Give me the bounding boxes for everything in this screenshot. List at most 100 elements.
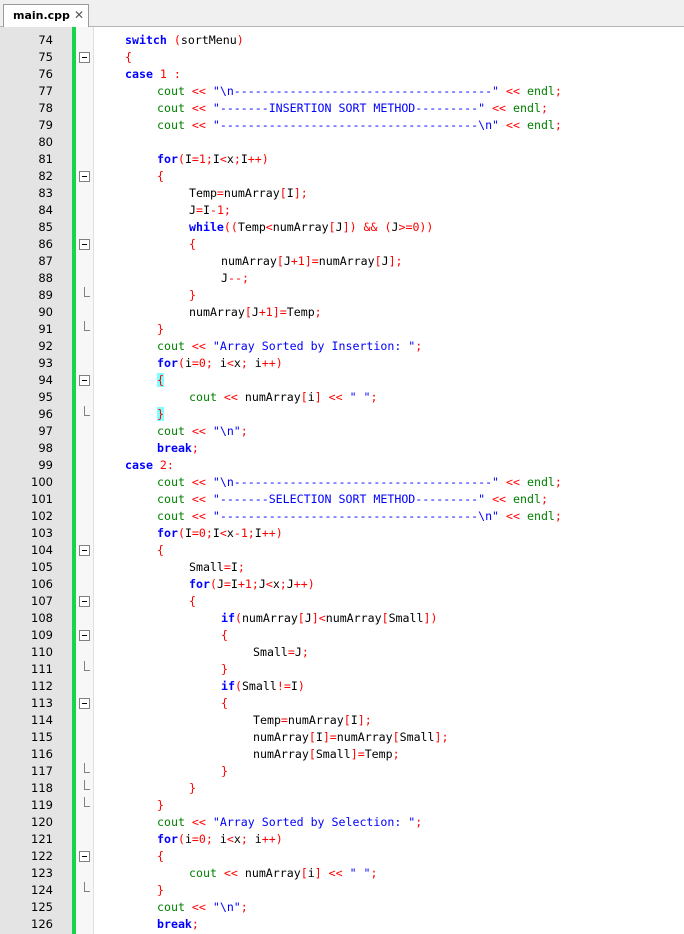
code-line[interactable]: 85 while((Temp<numArray[J]) && (J>=0))	[0, 219, 684, 236]
code-line[interactable]: 116 numArray[Small]=Temp;	[0, 746, 684, 763]
code-token: i	[254, 832, 262, 846]
code-line[interactable]: 100 cout << "\n--------------------------…	[0, 474, 684, 491]
code-line[interactable]: 77 cout << "\n---------------------------…	[0, 83, 684, 100]
code-text: }	[157, 882, 164, 899]
code-line[interactable]: 80	[0, 134, 684, 151]
line-number: 90	[38, 305, 53, 319]
fold-toggle-icon[interactable]	[79, 630, 90, 641]
code-line[interactable]: 104 {	[0, 542, 684, 559]
code-line[interactable]: 106 for(J=I+1;J<x;J++)	[0, 576, 684, 593]
code-line[interactable]: 117}	[0, 763, 684, 780]
code-line[interactable]: 78 cout << "-------INSERTION SORT METHOD-…	[0, 100, 684, 117]
code-line[interactable]: 108 if(numArray[J]<numArray[Small])	[0, 610, 684, 627]
code-token: =	[191, 832, 199, 846]
code-line[interactable]: 75 {	[0, 49, 684, 66]
code-line[interactable]: 88 J--;	[0, 270, 684, 287]
code-token: sortMenu	[180, 33, 237, 47]
code-line[interactable]: 115 numArray[I]=numArray[Small];	[0, 729, 684, 746]
line-number: 126	[31, 917, 53, 931]
code-token: J	[304, 611, 312, 625]
code-line[interactable]: 107 {	[0, 593, 684, 610]
code-line[interactable]: 82 {	[0, 168, 684, 185]
fold-toggle-icon[interactable]	[79, 851, 90, 862]
code-token: ;	[240, 832, 248, 846]
code-token: i	[219, 356, 227, 370]
code-line[interactable]: 74 switch (sortMenu)	[0, 32, 684, 49]
code-token: ;	[205, 832, 213, 846]
code-token: I	[202, 203, 210, 217]
code-line[interactable]: 101 cout << "-------SELECTION SORT METHOD…	[0, 491, 684, 508]
fold-toggle-icon[interactable]	[79, 545, 90, 556]
code-line[interactable]: 90 numArray[J+1]=Temp;	[0, 304, 684, 321]
code-token: <<	[492, 101, 507, 115]
code-text: for(J=I+1;J<x;J++)	[189, 576, 315, 593]
code-line[interactable]: 126 break;	[0, 916, 684, 933]
code-line[interactable]: 94 {	[0, 372, 684, 389]
close-icon[interactable]: ✕	[74, 8, 84, 22]
code-line[interactable]: 76 case 1 :	[0, 66, 684, 83]
code-line[interactable]: 121 for(i=0; i<x; i++)	[0, 831, 684, 848]
code-text: }	[157, 406, 164, 423]
code-line[interactable]: 93 for(i=0; i<x; i++)	[0, 355, 684, 372]
code-token: !=	[276, 679, 291, 693]
code-line[interactable]: 102 cout << "----------------------------…	[0, 508, 684, 525]
code-line[interactable]: 111}	[0, 661, 684, 678]
code-token: :	[166, 458, 174, 472]
code-line[interactable]: 123 cout << numArray[i] << " ";	[0, 865, 684, 882]
code-line[interactable]: 86 {	[0, 236, 684, 253]
code-line[interactable]: 83 Temp=numArray[I];	[0, 185, 684, 202]
code-line[interactable]: 99 case 2:	[0, 457, 684, 474]
code-token: numArray	[287, 713, 344, 727]
code-token: [	[392, 730, 400, 744]
code-line[interactable]: 118}	[0, 780, 684, 797]
code-token: I	[212, 152, 220, 166]
code-line[interactable]: 89}	[0, 287, 684, 304]
code-line[interactable]: 84 J=I-1;	[0, 202, 684, 219]
code-line[interactable]: 114 Temp=numArray[I];	[0, 712, 684, 729]
code-token: I	[315, 730, 323, 744]
code-token: (	[177, 356, 185, 370]
code-line[interactable]: 91}	[0, 321, 684, 338]
fold-toggle-icon[interactable]	[79, 52, 90, 63]
code-token: I	[240, 152, 248, 166]
tab-main-cpp[interactable]: main.cpp ✕	[3, 4, 89, 27]
code-token: 1	[159, 67, 167, 81]
code-line[interactable]: 110 Small=J;	[0, 644, 684, 661]
code-line[interactable]: 124}	[0, 882, 684, 899]
line-number: 74	[38, 33, 53, 47]
code-line[interactable]: 95 cout << numArray[i] << " ";	[0, 389, 684, 406]
code-line[interactable]: 79 cout << "-----------------------------…	[0, 117, 684, 134]
code-line[interactable]: 87 numArray[J+1]=numArray[J];	[0, 253, 684, 270]
fold-toggle-icon[interactable]	[79, 698, 90, 709]
code-line[interactable]: 122 {	[0, 848, 684, 865]
fold-toggle-icon[interactable]	[79, 596, 90, 607]
code-line[interactable]: 105 Small=I;	[0, 559, 684, 576]
code-token: endl	[526, 509, 555, 523]
code-token: ])	[423, 611, 438, 625]
code-token: ]	[314, 866, 322, 880]
code-token: "-------------------------------------\n…	[212, 509, 500, 523]
code-line[interactable]: 120 cout << "Array Sorted by Selection: "…	[0, 814, 684, 831]
code-line[interactable]: 125 cout << "\n";	[0, 899, 684, 916]
code-line[interactable]: 92 cout << "Array Sorted by Insertion: ";	[0, 338, 684, 355]
fold-toggle-icon[interactable]	[79, 375, 90, 386]
code-token: ;	[279, 577, 287, 591]
code-line[interactable]: 112 if(Small!=I)	[0, 678, 684, 695]
fold-toggle-icon[interactable]	[79, 171, 90, 182]
code-token: cout	[157, 84, 185, 98]
code-line[interactable]: 119}	[0, 797, 684, 814]
code-line[interactable]: 103 for(I=0;I<x-1;I++)	[0, 525, 684, 542]
code-token: numArray	[223, 186, 280, 200]
tab-bar: main.cpp ✕	[0, 0, 684, 27]
code-text: cout << "\n-----------------------------…	[157, 474, 562, 491]
code-line[interactable]: 97 cout << "\n";	[0, 423, 684, 440]
code-line[interactable]: 96}	[0, 406, 684, 423]
code-line[interactable]: 81 for(I=1;I<x;I++)	[0, 151, 684, 168]
code-line[interactable]: 98 break;	[0, 440, 684, 457]
fold-toggle-icon[interactable]	[79, 239, 90, 250]
code-token: J	[258, 577, 266, 591]
code-editor[interactable]: 74 switch (sortMenu) 75{76 case 1 :77 cout <…	[0, 27, 684, 934]
code-line[interactable]: 109 {	[0, 627, 684, 644]
code-line[interactable]: 113 {	[0, 695, 684, 712]
